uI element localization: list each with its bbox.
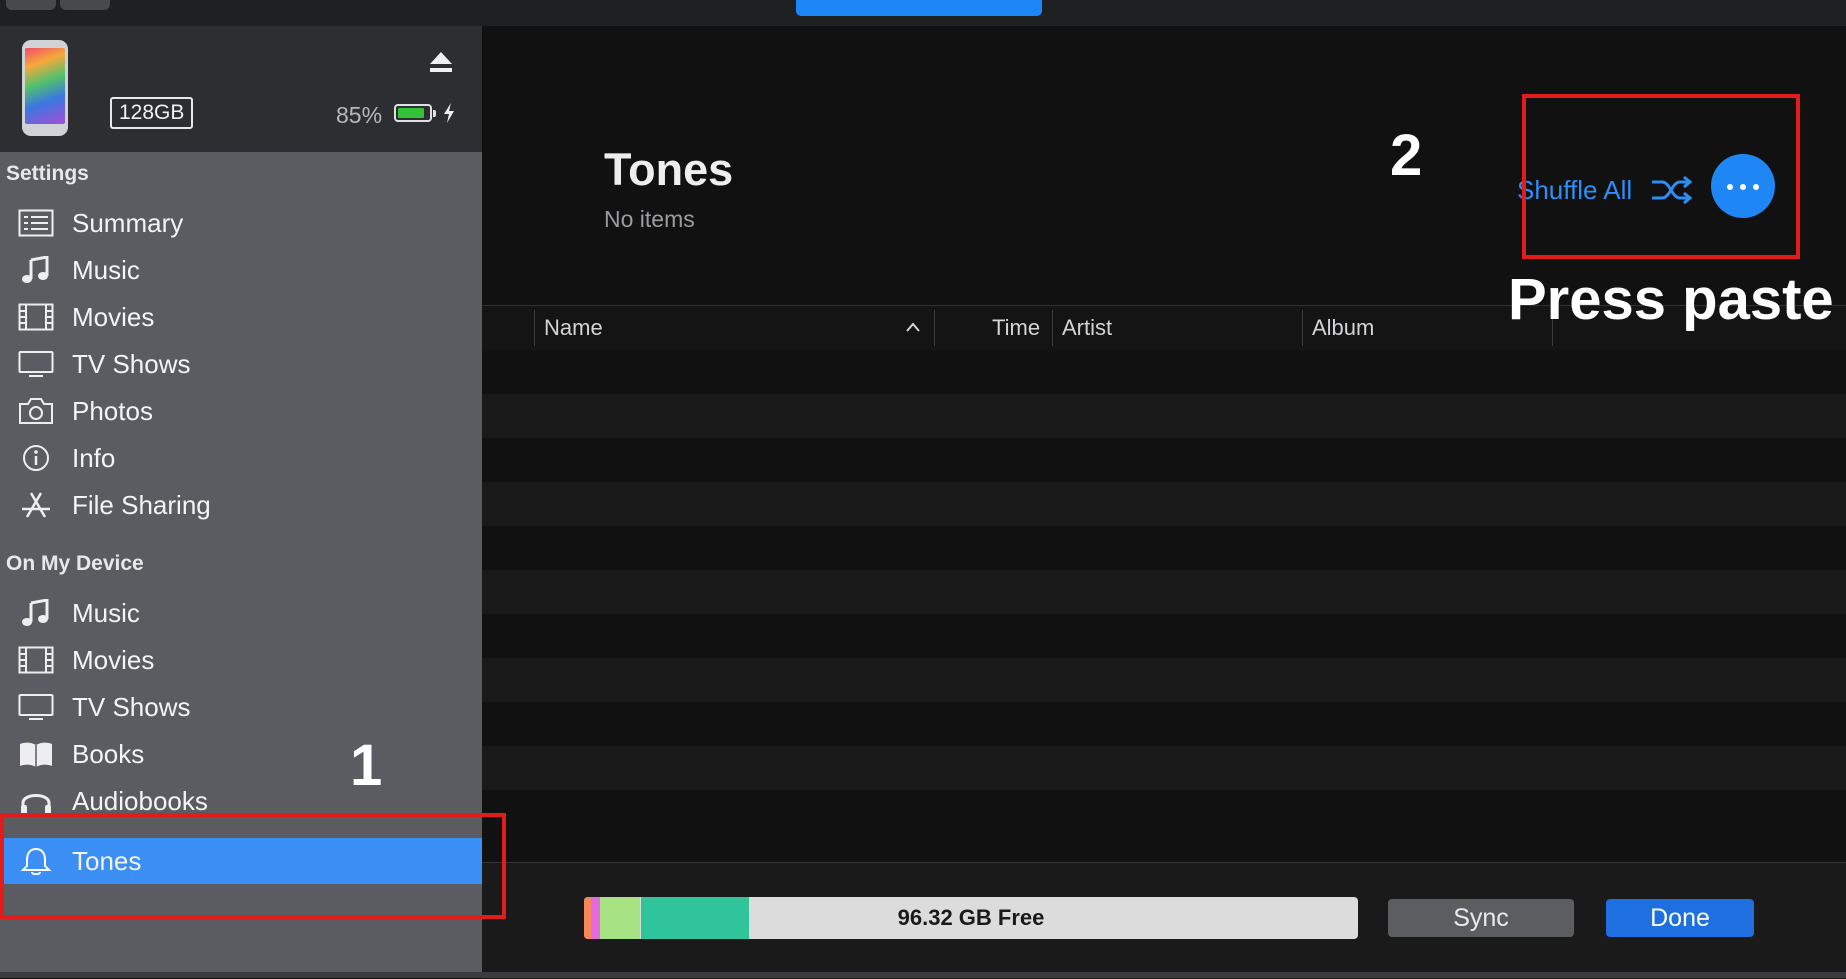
annotation-step-2: 2 xyxy=(1390,123,1423,188)
device-header: 128GB 85% xyxy=(0,26,482,152)
sidebar-item-label: Photos xyxy=(72,396,153,426)
sidebar-item-device-movies[interactable]: Movies xyxy=(0,637,482,683)
sidebar-item-label: Movies xyxy=(72,302,155,332)
page-title: Tones xyxy=(604,144,734,195)
tv-icon xyxy=(18,694,54,720)
sidebar-item-device-music[interactable]: Music xyxy=(0,590,482,636)
sync-button[interactable]: Sync xyxy=(1388,899,1574,937)
title-bar xyxy=(0,0,1846,27)
eject-icon[interactable] xyxy=(428,50,454,74)
sort-ascending-icon[interactable] xyxy=(904,320,922,334)
sidebar-item-label: Movies xyxy=(72,645,155,675)
done-button[interactable]: Done xyxy=(1606,899,1754,937)
sidebar-item-label: TV Shows xyxy=(72,349,191,379)
sidebar-item-file-sharing[interactable]: File Sharing xyxy=(0,482,482,528)
camera-icon xyxy=(19,398,53,424)
empty-track-list xyxy=(482,350,1846,834)
forward-button[interactable] xyxy=(60,0,110,10)
music-note-icon xyxy=(22,256,49,283)
sidebar-item-tv-shows[interactable]: TV Shows xyxy=(0,341,482,387)
sidebar-item-label: Music xyxy=(72,255,140,285)
sidebar-item-label: Info xyxy=(72,443,116,473)
free-space-label: 96.32 GB Free xyxy=(897,905,1045,930)
storage-usage-bar: 96.32 GB Free xyxy=(584,897,1358,939)
annotation-instruction: Press paste xyxy=(1508,267,1834,332)
sidebar-item-label: TV Shows xyxy=(72,692,191,722)
footer-bar: 96.32 GB Free Sync Done xyxy=(482,862,1846,979)
column-header-album[interactable]: Album xyxy=(1312,306,1374,350)
film-strip-icon xyxy=(18,303,54,331)
tv-icon xyxy=(18,351,54,377)
back-button[interactable] xyxy=(6,0,56,10)
sidebar-item-summary[interactable]: Summary xyxy=(0,200,482,246)
sidebar-item-info[interactable]: Info xyxy=(0,435,482,481)
sidebar-item-books[interactable]: Books xyxy=(0,731,482,777)
sidebar-item-photos[interactable]: Photos xyxy=(0,388,482,434)
device-capacity-badge: 128GB xyxy=(110,97,194,129)
item-count: No items xyxy=(604,206,695,232)
column-header-artist[interactable]: Artist xyxy=(1062,306,1112,350)
column-header-time[interactable]: Time xyxy=(992,306,1040,350)
top-status-pill[interactable] xyxy=(796,0,1042,16)
sidebar-item-music[interactable]: Music xyxy=(0,247,482,293)
window-bottom-edge xyxy=(0,972,1846,978)
charging-bolt-icon xyxy=(444,103,454,123)
sidebar-item-label: File Sharing xyxy=(72,490,211,520)
summary-list-icon xyxy=(18,209,54,237)
annotation-highlight-tones xyxy=(0,813,506,919)
sidebar-item-label: Summary xyxy=(72,208,184,238)
film-strip-icon xyxy=(18,646,54,674)
iphone-icon xyxy=(22,40,68,136)
column-header-name[interactable]: Name xyxy=(544,306,603,350)
annotation-highlight-more xyxy=(1522,94,1800,259)
info-icon xyxy=(23,445,49,471)
sidebar-item-label: Books xyxy=(72,739,145,769)
headphones-icon xyxy=(21,794,51,815)
music-note-icon xyxy=(22,599,49,626)
battery-icon xyxy=(394,104,432,122)
app-store-icon xyxy=(22,492,50,518)
sidebar-item-device-tv-shows[interactable]: TV Shows xyxy=(0,684,482,730)
annotation-step-1: 1 xyxy=(350,733,383,798)
sidebar-item-label: Music xyxy=(72,598,140,628)
settings-heading: Settings xyxy=(6,162,89,185)
on-my-device-heading: On My Device xyxy=(6,552,144,575)
battery-percent: 85% xyxy=(336,102,383,128)
sidebar-item-movies[interactable]: Movies xyxy=(0,294,482,340)
book-icon xyxy=(20,742,52,767)
